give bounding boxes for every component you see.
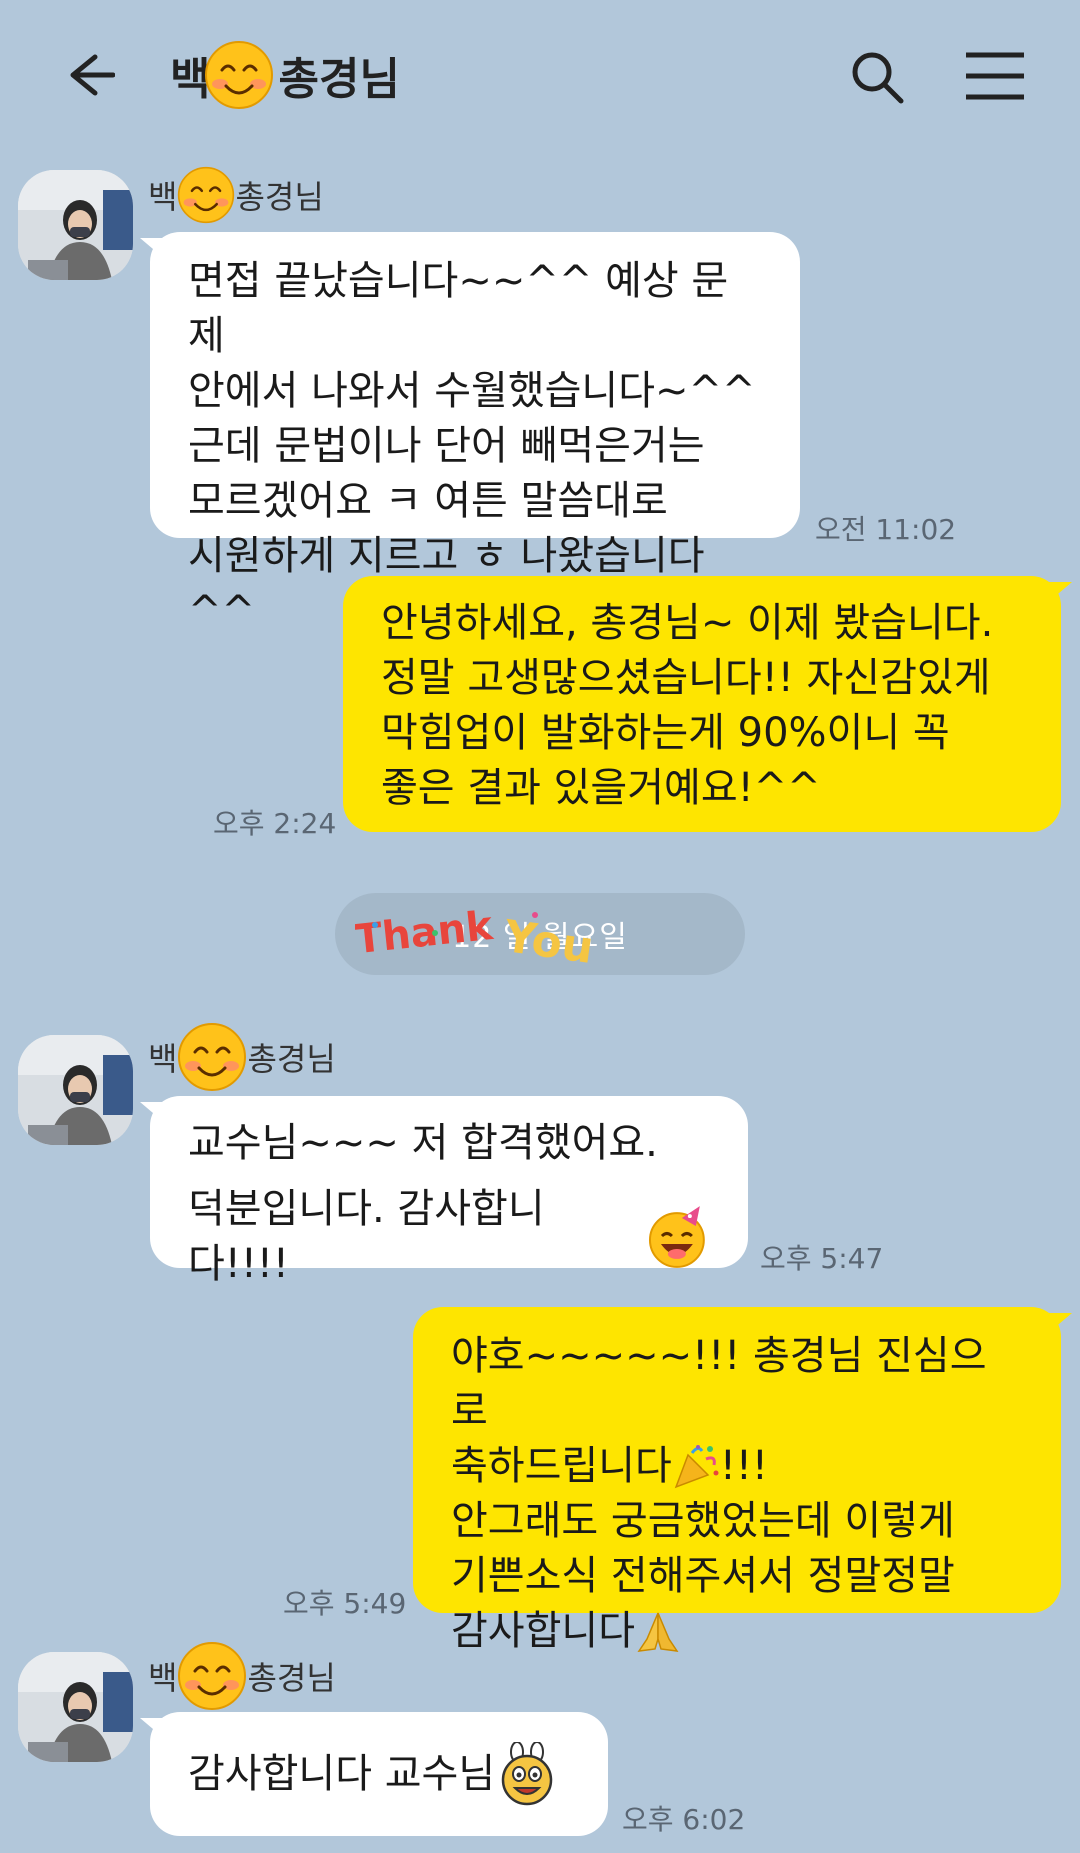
message-line: 안그래도 궁금했었는데 이렇게	[451, 1498, 955, 1544]
message-line-row: 축하드립니다 !!!	[451, 1439, 1023, 1494]
message-time: 오후 6:02	[622, 1803, 746, 1836]
sender-avatar[interactable]	[18, 1035, 133, 1145]
party-popper-emoji-icon	[674, 1444, 719, 1488]
incoming-message-bubble[interactable]: 교수님~~~ 저 합격했어요. 덕분입니다. 감사합니다!!!!	[150, 1096, 748, 1287]
sender-name-prefix: 백	[148, 1659, 178, 1697]
message-line: 덕분입니다. 감사합니다!!!!	[188, 1186, 545, 1287]
sender-name-prefix: 백	[148, 1040, 178, 1078]
chat-title[interactable]: 백 총경님	[170, 40, 400, 110]
sender-name-prefix: 백	[148, 178, 178, 216]
sender-name-suffix: 총경님	[235, 178, 324, 216]
message-line: 야호~~~~~!!! 총경님 진심으로	[451, 1333, 987, 1434]
smiley-emoji-icon	[205, 41, 274, 109]
message-time: 오후 2:24	[213, 807, 337, 840]
message-line-row: 감사합니다	[451, 1604, 1023, 1659]
message-line: 기쁜소식 전해주셔서 정말정말	[451, 1553, 955, 1599]
message-time: 오후 5:47	[760, 1242, 884, 1275]
smiley-emoji-icon	[178, 1642, 247, 1710]
folded-hands-emoji-icon	[637, 1612, 679, 1652]
incoming-message-bubble[interactable]: 감사합니다 교수님	[150, 1712, 608, 1836]
smiley-emoji-icon	[178, 166, 235, 224]
svg-text:You: You	[500, 911, 597, 974]
message-time: 오후 5:49	[283, 1587, 407, 1620]
message-line: 교수님~~~ 저 합격했어요.	[188, 1120, 658, 1166]
incoming-message-bubble[interactable]: 면접 끝났습니다~~^^ 예상 문제 안에서 나와서 수월했습니다~^^ 근데 …	[150, 232, 800, 634]
message-line: 감사합니다	[451, 1608, 635, 1654]
outgoing-message-bubble[interactable]: 야호~~~~~!!! 총경님 진심으로 축하드립니다 !!! 안그래도 궁금했었…	[413, 1307, 1061, 1654]
sender-name-suffix: 총경님	[247, 1659, 336, 1697]
message-line: 축하드립니다	[451, 1443, 672, 1489]
party-face-emoji-icon	[649, 1206, 706, 1268]
sender-avatar[interactable]	[18, 170, 133, 280]
sender-name-suffix: 총경님	[247, 1040, 336, 1078]
thank-you-sticker: Thank You	[355, 903, 597, 974]
smiley-emoji-icon	[178, 1023, 247, 1091]
hamburger-menu-icon[interactable]	[964, 50, 1026, 102]
sender-avatar[interactable]	[18, 1652, 133, 1762]
message-line-row: 덕분입니다. 감사합니다!!!!	[188, 1182, 710, 1292]
message-line: 감사합니다 교수님	[188, 1750, 496, 1797]
search-icon[interactable]	[848, 48, 906, 106]
svg-text:Thank: Thank	[355, 903, 496, 963]
title-suffix: 총경님	[278, 54, 400, 105]
bunny-sticker-emoji-icon	[501, 1742, 553, 1806]
outgoing-message-bubble[interactable]: 안녕하세요, 총경님~ 이제 봤습니다. 정말 고생많으셨습니다!! 자신감있게…	[343, 576, 1061, 832]
message-time: 오전 11:02	[815, 513, 957, 546]
chat-header: 백 총경님	[0, 0, 1080, 150]
message-line: !!!	[719, 1443, 768, 1489]
sender-name: 백 총경님	[148, 1022, 336, 1092]
sender-name: 백 총경님	[148, 160, 324, 230]
arrow-left-icon[interactable]	[55, 45, 115, 105]
sender-name: 백 총경님	[148, 1641, 336, 1711]
